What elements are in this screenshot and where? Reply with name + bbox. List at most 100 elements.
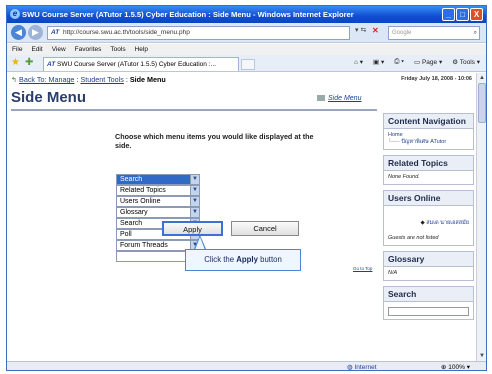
users-online-title: Users Online xyxy=(384,191,473,206)
menu-bar: File Edit View Favorites Tools Help xyxy=(7,44,486,55)
close-button[interactable]: X xyxy=(470,8,483,21)
home-icon[interactable]: ⌂ ▾ xyxy=(354,58,363,66)
menu-help[interactable]: Help xyxy=(135,44,148,55)
breadcrumb-back-link[interactable]: Back To: Manage xyxy=(19,75,74,84)
nav-home-link[interactable]: Home xyxy=(388,132,403,138)
side-menu-link-label: Side Menu xyxy=(328,95,362,102)
scroll-up-icon[interactable]: ▲ xyxy=(478,74,486,82)
menu-select-value: Glossary xyxy=(120,209,148,216)
menu-select-4[interactable]: Glossary ▼ xyxy=(116,207,200,218)
callout-prefix: Click the xyxy=(204,255,237,264)
address-toolbar: ◀ ▶ AT http://course.swu.ac.th/tools/sid… xyxy=(7,23,486,43)
page-menu-label: Page xyxy=(421,59,438,66)
related-topics-body: None Found. xyxy=(388,174,420,180)
back-icon: ↰ xyxy=(11,75,18,84)
add-favorites-icon[interactable]: ✚ xyxy=(25,57,33,68)
menu-select-3[interactable]: Users Online ▼ xyxy=(116,196,200,207)
tab-favicon-icon: AT xyxy=(47,61,56,68)
menu-favorites[interactable]: Favorites xyxy=(75,44,102,55)
status-bar: ◍ Internet ⊕ 100% ▾ xyxy=(7,361,486,371)
favorites-star-icon[interactable]: ★ xyxy=(11,57,20,68)
menu-file[interactable]: File xyxy=(12,44,22,55)
chevron-down-icon[interactable]: ▼ xyxy=(190,208,199,217)
zoom-control[interactable]: ⊕ 100% ▾ xyxy=(441,363,470,371)
online-user-link[interactable]: สมเด นายเอสสมัย xyxy=(426,220,469,226)
date-text: Friday July 18, 2008 - 10:06 xyxy=(401,76,472,82)
search-placeholder: Google xyxy=(392,30,412,36)
menu-select-value: Search xyxy=(120,220,143,227)
search-input[interactable]: Google ⌕ xyxy=(388,26,480,40)
related-topics-box: Related Topics None Found. xyxy=(383,155,474,185)
tab-current[interactable]: AT SWU Course Server (ATutor 1.5.5) Cybe… xyxy=(43,57,239,71)
side-menu-icon xyxy=(317,95,325,102)
page-favicon-icon: AT xyxy=(51,29,60,36)
side-menu-link[interactable]: Side Menu xyxy=(317,95,361,102)
search-box: Search xyxy=(383,286,474,320)
glossary-body: N/A xyxy=(388,270,398,276)
browser-window: e SWU Course Server (ATutor 1.5.5) Cyber… xyxy=(6,5,487,371)
search-title: Search xyxy=(384,287,473,302)
page-icon: ▭ xyxy=(414,59,422,66)
stop-icon[interactable]: ✕ xyxy=(372,26,379,35)
address-bar[interactable]: AT http://course.swu.ac.th/tools/side_me… xyxy=(47,26,350,40)
address-dropdown-icon[interactable]: ▾ ⇆ xyxy=(355,26,385,40)
title-divider xyxy=(11,109,377,111)
nav-content-link[interactable]: ปัญหาพิเศษ ATutor xyxy=(401,139,446,145)
cancel-button[interactable]: Cancel xyxy=(231,221,299,236)
instructions: Choose which menu items you would like d… xyxy=(115,132,314,150)
chevron-down-icon[interactable]: ▼ xyxy=(190,186,199,195)
page-content: ↰ Back To: Manage : Student Tools : Side… xyxy=(7,73,476,361)
search-icon[interactable]: ⌕ xyxy=(474,27,477,39)
feeds-icon[interactable]: ▣ ▾ xyxy=(373,58,384,66)
forward-arrow-icon[interactable]: ▶ xyxy=(28,25,43,40)
status-zone: ◍ Internet xyxy=(347,363,377,371)
menu-select-1[interactable]: Search ▼ xyxy=(116,174,200,185)
goto-top-link[interactable]: Go to Top xyxy=(353,266,372,271)
command-bar: ⌂ ▾ ▣ ▾ ⎙ ▾ ▭ Page ▾ ⚙ Tools ▾ xyxy=(354,58,480,66)
content-navigation-title: Content Navigation xyxy=(384,114,473,129)
address-text: http://course.swu.ac.th/tools/side_menu.… xyxy=(63,29,190,36)
menu-select-value: Users Online xyxy=(120,198,161,205)
apply-callout: Click the Apply button xyxy=(185,249,301,271)
tools-menu[interactable]: ⚙ Tools ▾ xyxy=(452,58,480,66)
page-title: Side Menu xyxy=(11,89,87,106)
tools-icon: ⚙ xyxy=(452,59,460,66)
users-online-note: Guests are not listed xyxy=(388,235,439,241)
back-arrow-icon[interactable]: ◀ xyxy=(11,25,26,40)
menu-tools[interactable]: Tools xyxy=(110,44,125,55)
glossary-title: Glossary xyxy=(384,252,473,267)
menu-view[interactable]: View xyxy=(52,44,66,55)
menu-select-value: Related Topics xyxy=(120,187,166,194)
breadcrumb-current: Side Menu xyxy=(129,75,166,84)
new-tab-button[interactable] xyxy=(241,59,255,70)
related-topics-title: Related Topics xyxy=(384,156,473,171)
chevron-down-icon[interactable]: ▼ xyxy=(190,197,199,206)
scroll-down-icon[interactable]: ▼ xyxy=(478,352,486,360)
minimize-button[interactable]: _ xyxy=(442,8,455,21)
zoom-level: 100% xyxy=(448,364,465,371)
breadcrumb-student-tools[interactable]: Student Tools xyxy=(80,75,123,84)
glossary-box: Glossary N/A xyxy=(383,251,474,281)
ie-icon: e xyxy=(10,9,20,19)
menu-select-value: Search xyxy=(120,176,143,183)
maximize-button[interactable]: □ xyxy=(456,8,469,21)
chevron-down-icon[interactable]: ▼ xyxy=(190,175,199,184)
window-titlebar: e SWU Course Server (ATutor 1.5.5) Cyber… xyxy=(7,6,486,23)
content-navigation-box: Content Navigation Home └── ปัญหาพิเศษ A… xyxy=(383,113,474,150)
sidebar-search-input[interactable] xyxy=(388,307,469,316)
vertical-scrollbar[interactable]: ▲ ▼ xyxy=(476,73,486,361)
tab-label: SWU Course Server (ATutor 1.5.5) Cyber E… xyxy=(57,61,216,68)
page-menu[interactable]: ▭ Page ▾ xyxy=(414,58,442,66)
breadcrumb: ↰ Back To: Manage : Student Tools : Side… xyxy=(11,75,166,84)
tab-bar: ★ ✚ AT SWU Course Server (ATutor 1.5.5) … xyxy=(7,55,486,72)
apply-button[interactable]: Apply xyxy=(162,221,223,236)
callout-bold: Apply xyxy=(236,255,258,264)
menu-select-2[interactable]: Related Topics ▼ xyxy=(116,185,200,196)
menu-select-value: Poll xyxy=(120,231,132,238)
print-icon[interactable]: ⎙ ▾ xyxy=(394,58,404,66)
tools-menu-label: Tools xyxy=(459,59,475,66)
menu-edit[interactable]: Edit xyxy=(31,44,42,55)
status-zone-label: Internet xyxy=(354,364,377,371)
scroll-thumb[interactable] xyxy=(478,83,486,123)
window-controls: _ □ X xyxy=(442,8,483,21)
